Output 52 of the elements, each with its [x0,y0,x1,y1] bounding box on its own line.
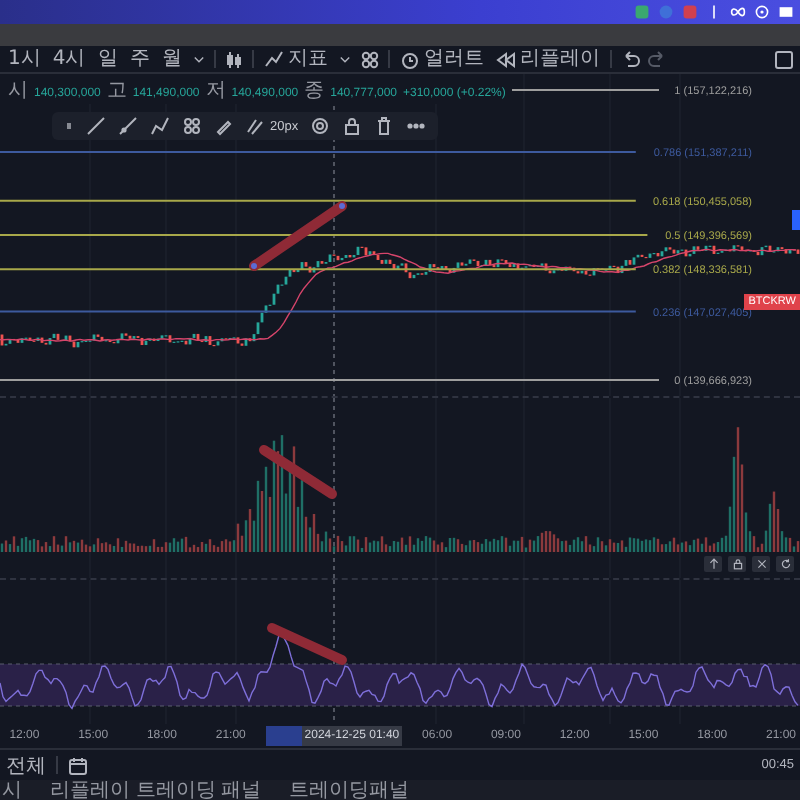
range-button[interactable]: 전체 [6,751,46,779]
indicators-button[interactable]: 지표 [261,49,330,69]
target-icon[interactable] [754,4,770,20]
move-up-button[interactable] [704,556,722,572]
legend-label: 고 [106,78,127,104]
legend-label: 저 [205,78,226,104]
pattern-icon[interactable] [182,116,202,136]
interval-button[interactable]: 일 [95,49,120,69]
arrow-up-icon [707,558,719,570]
trash-icon[interactable] [374,116,395,136]
circle-icon[interactable] [310,116,331,136]
panel-tab[interactable]: 시 [2,782,22,800]
square-icon[interactable] [774,49,794,69]
rewind-icon [495,49,516,69]
path-icon[interactable] [150,116,170,136]
lock-icon [731,558,743,570]
candlestick-icon[interactable] [223,49,244,69]
refresh-button[interactable] [776,556,794,572]
interval-button[interactable]: 1시 [6,49,43,69]
range-highlight [265,726,302,746]
price-marker [792,210,800,230]
pencil-icon[interactable] [214,116,234,136]
lock-icon[interactable] [342,116,363,136]
trend-line-drawing[interactable] [249,201,347,271]
legend-label: 시 [8,78,28,104]
interval-button[interactable]: 주 [127,49,152,69]
calendar-range-icon[interactable] [68,755,88,775]
highlight-stroke[interactable] [267,623,347,665]
line-icon[interactable] [118,116,138,136]
indicator-icon [263,49,284,69]
window-icon[interactable] [778,4,794,20]
template-icon[interactable] [359,49,380,69]
caret-icon[interactable] [191,52,206,66]
close-icon [755,558,767,570]
infinity-icon[interactable] [730,4,746,20]
panel-tab[interactable]: 트레이딩패널 [289,782,410,800]
refresh-icon [779,558,791,570]
line-icon[interactable] [86,116,106,136]
undo-icon[interactable] [619,49,640,69]
lock-button[interactable] [728,556,746,572]
caret-icon[interactable] [337,52,352,66]
alert-button[interactable]: 얼러트 [397,49,486,69]
redo-icon[interactable] [647,49,668,69]
alarm-icon [399,49,420,69]
interval-button[interactable]: 월 [159,49,184,69]
interval-button[interactable]: 4시 [50,49,88,69]
line-width-icon[interactable] [246,116,266,136]
panel-tab[interactable]: 리플레이 트레이딩 패널 [50,782,262,800]
legend-label: 종 [304,78,325,104]
replay-button[interactable]: 리플레이 [493,49,602,69]
highlight-stroke[interactable] [259,445,337,499]
close-button[interactable] [752,556,770,572]
